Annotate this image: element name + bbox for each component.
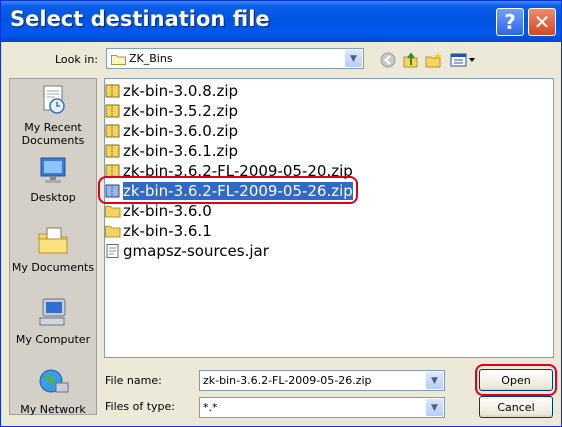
file-type-select[interactable]: *.* ▼ (199, 397, 445, 418)
file-name-value: zk-bin-3.6.2-FL-2009-05-26.zip (203, 374, 372, 387)
file-name: zk-bin-3.6.1 (123, 221, 212, 240)
folder-icon (105, 205, 121, 217)
file-name: gmapsz-sources.jar (123, 241, 269, 260)
my-network-icon (39, 369, 69, 393)
places-bar: My Recent Documents Desktop My Documents (9, 78, 97, 416)
place-label: My Computer (15, 333, 91, 346)
zip-file-icon (105, 84, 120, 97)
folder-icon (111, 55, 126, 65)
view-menu-icon[interactable] (449, 50, 477, 70)
cancel-button[interactable]: Cancel (479, 396, 553, 418)
title-bar[interactable]: Select destination file ? ✕ (1, 1, 561, 42)
desktop-icon (40, 157, 66, 183)
file-list[interactable]: zk-bin-3.0.8.zip zk-bin-3.5.2.zip zk-bin… (104, 78, 554, 358)
place-my-documents[interactable]: My Documents (10, 225, 96, 274)
look-in-select[interactable]: ZK_Bins ▼ (106, 48, 364, 69)
place-desktop[interactable]: Desktop (10, 155, 96, 204)
window-title: Select destination file (10, 7, 270, 31)
file-name: zk-bin-3.6.1.zip (123, 141, 239, 160)
file-name: zk-bin-3.6.0 (123, 201, 212, 220)
my-documents-icon (38, 227, 68, 254)
file-name: zk-bin-3.5.2.zip (123, 101, 239, 120)
file-item[interactable]: zk-bin-3.0.8.zip (105, 81, 238, 100)
zip-file-icon (105, 124, 120, 137)
file-name: zk-bin-3.6.0.zip (123, 121, 239, 140)
file-item[interactable]: gmapsz-sources.jar (105, 241, 269, 260)
chevron-down-icon[interactable]: ▼ (426, 372, 443, 389)
look-in-value: ZK_Bins (129, 52, 173, 65)
zip-file-icon (105, 104, 120, 117)
recent-documents-icon (43, 85, 65, 114)
place-my-recent-documents[interactable]: My Recent Documents (10, 85, 96, 147)
chevron-down-icon[interactable]: ▼ (426, 399, 443, 416)
file-name-label: File name: (105, 374, 162, 387)
cancel-button-label: Cancel (497, 400, 535, 414)
file-type-label: Files of type: (105, 400, 176, 413)
place-my-network[interactable]: My Network (10, 367, 96, 416)
close-icon: ✕ (533, 10, 551, 34)
up-folder-icon[interactable] (401, 50, 421, 70)
place-label: My Recent Documents (21, 121, 85, 147)
help-button[interactable]: ? (496, 8, 524, 36)
look-in-label: Look in: (55, 53, 98, 66)
file-type-value: *.* (203, 401, 218, 414)
file-item[interactable]: zk-bin-3.5.2.zip (105, 101, 238, 120)
open-button-highlight-ring (475, 364, 557, 396)
new-folder-icon[interactable] (424, 50, 444, 70)
my-computer-icon (39, 298, 66, 326)
jar-file-icon (106, 243, 119, 258)
place-my-computer[interactable]: My Computer (10, 297, 96, 346)
zip-file-icon (105, 144, 120, 157)
file-name-input[interactable]: zk-bin-3.6.2-FL-2009-05-26.zip ▼ (199, 370, 445, 391)
file-item[interactable]: zk-bin-3.6.1.zip (105, 141, 238, 160)
chevron-down-icon[interactable]: ▼ (345, 50, 362, 67)
place-label: My Documents (11, 261, 95, 274)
close-button[interactable]: ✕ (528, 8, 556, 36)
file-item[interactable]: zk-bin-3.6.0.zip (105, 121, 238, 140)
back-icon[interactable] (378, 50, 398, 70)
help-icon: ? (504, 10, 516, 34)
selection-highlight-ring (98, 176, 358, 204)
file-dialog: Select destination file ? ✕ Look in: ZK_… (0, 0, 562, 427)
place-label: Desktop (30, 191, 76, 204)
folder-icon (105, 225, 121, 237)
folder-item[interactable]: zk-bin-3.6.1 (105, 221, 212, 240)
file-name: zk-bin-3.0.8.zip (123, 81, 239, 100)
place-label: My Network (20, 403, 86, 416)
